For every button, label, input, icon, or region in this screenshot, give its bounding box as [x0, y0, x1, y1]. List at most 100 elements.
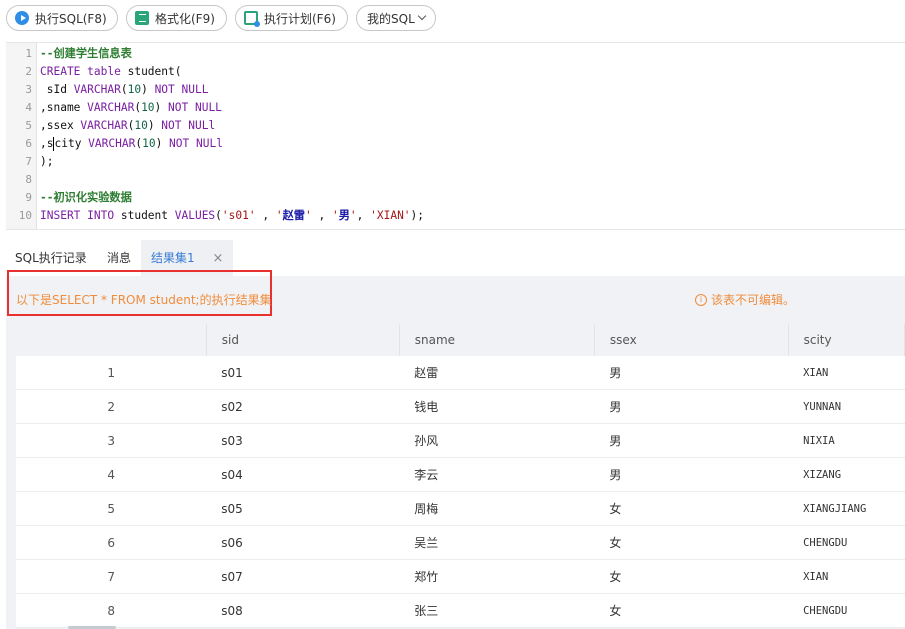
column-header-sid[interactable]: sid — [206, 324, 400, 356]
code-text: CREATE table student( — [40, 63, 181, 81]
table-header-row: sid sname ssex scity — [16, 324, 905, 356]
table-cell-sid: s04 — [206, 457, 400, 492]
code-token: ' — [331, 209, 339, 222]
table-cell-ssex: 男 — [594, 423, 789, 458]
code-token: 男 — [338, 209, 350, 222]
plan-icon — [244, 11, 260, 27]
table-row[interactable]: 8 s08 张三女 CHENGDU — [16, 593, 905, 628]
table-cell-sname: 郑竹 — [399, 559, 595, 594]
table-cell-ssex: 女 — [594, 491, 789, 526]
table-cell-scity: CHENGDU — [788, 593, 905, 628]
table-cell-sid: s05 — [206, 491, 400, 526]
table-row[interactable]: 1 s01 赵雷男 XIAN — [16, 356, 905, 390]
table-row[interactable]: 4 s04 李云男 XIZANG — [16, 457, 905, 492]
code-line: 2 CREATE table student( — [6, 63, 905, 81]
code-token: ' — [275, 209, 283, 222]
code-token: ) — [154, 101, 169, 114]
table-row[interactable]: 2 s02 钱电男 YUNNAN — [16, 389, 905, 424]
code-token: --初识化实验数据 — [40, 191, 132, 204]
table-row[interactable]: 7 s07 郑竹女 XIAN — [16, 559, 905, 594]
line-number: 4 — [25, 101, 32, 114]
code-token: , — [356, 209, 371, 222]
table-cell-sid: s02 — [206, 389, 400, 424]
table-cell-scity: CHENGDU — [788, 525, 905, 560]
code-line: 7); — [6, 153, 905, 171]
my-sql-label: 我的SQL — [367, 11, 415, 26]
explain-plan-label: 执行计划(F6) — [264, 11, 336, 26]
table-cell-ssex: 女 — [594, 593, 789, 628]
code-token: NOT NULL — [168, 101, 222, 114]
code-token: CREATE — [40, 65, 81, 78]
table-cell-sname: 吴兰 — [399, 525, 595, 560]
table-row[interactable]: 6 s06 吴兰女 CHENGDU — [16, 525, 905, 560]
table-cell-sid: s07 — [206, 559, 400, 594]
code-line: 4 ,sname VARCHAR(10) NOT NULL — [6, 99, 905, 117]
play-icon — [15, 11, 29, 25]
code-token: NOT NULl — [169, 137, 223, 150]
result-info-text: 以下是SELECT * FROM student;的执行结果集 — [16, 293, 272, 307]
chevron-down-icon — [417, 11, 426, 21]
table-cell-ssex: 男 — [594, 457, 789, 492]
code-text: ,ssex VARCHAR(10) NOT NULl — [40, 117, 215, 135]
table-cell-sname: 李云 — [399, 457, 595, 492]
code-token: 'XIAN' — [370, 209, 411, 222]
code-line: 10 INSERT INTO student VALUES('s01' , '赵雷… — [6, 207, 905, 225]
format-icon — [135, 11, 149, 25]
code-token: 's01' — [221, 209, 256, 222]
table-cell-sid: s01 — [206, 356, 400, 390]
table-cell-scity: NIXIA — [788, 423, 905, 458]
code-token: VARCHAR — [73, 83, 121, 96]
code-line: 5 ,ssex VARCHAR(10) NOT NULl — [6, 117, 905, 135]
code-line: 1 --创建学生信息表 — [6, 45, 905, 63]
code-token: ,sname — [40, 101, 88, 114]
table-cell-index: 5 — [16, 491, 207, 526]
result-info-bar: 以下是SELECT * FROM student;的执行结果集 i 该表不可编辑… — [6, 270, 905, 322]
code-text: --创建学生信息表 — [40, 45, 132, 63]
table-cell-ssex: 男 — [594, 389, 789, 424]
table-cell-index: 4 — [16, 457, 207, 492]
line-number: 6 — [25, 137, 32, 150]
table-cell-sname: 赵雷 — [399, 356, 595, 390]
column-header-sname[interactable]: sname — [399, 324, 595, 356]
table-cell-sname: 钱电 — [399, 389, 595, 424]
column-header-ssex[interactable]: ssex — [594, 324, 789, 356]
my-sql-dropdown[interactable]: 我的SQL — [356, 5, 436, 31]
code-token: 赵雷 — [282, 209, 305, 222]
code-token: student( — [120, 65, 182, 78]
format-button[interactable]: 格式化(F9) — [126, 5, 227, 31]
code-token: ); — [410, 209, 425, 222]
sql-editor[interactable]: 1 --创建学生信息表 2 CREATE table student(3 sId VA… — [6, 42, 905, 230]
table-cell-scity: XIZANG — [788, 457, 905, 492]
code-line: 9 --初识化实验数据 — [6, 189, 905, 207]
table-cell-sid: s08 — [206, 593, 400, 628]
line-number: 7 — [25, 155, 32, 168]
code-token: --创建学生信息表 — [40, 47, 132, 60]
code-text: --初识化实验数据 — [40, 189, 132, 207]
table-row[interactable]: 5 s05 周梅女 XIANGJIANG — [16, 491, 905, 526]
table-cell-sname: 周梅 — [399, 491, 595, 526]
column-header-index[interactable] — [16, 324, 207, 356]
code-line: 3 sId VARCHAR(10) NOT NULL — [6, 81, 905, 99]
column-header-scity[interactable]: scity — [788, 324, 905, 356]
table-cell-index: 2 — [16, 389, 207, 424]
readonly-notice-text: 该表不可编辑。 — [710, 293, 795, 307]
explain-plan-button[interactable]: 执行计划(F6) — [235, 5, 348, 31]
code-token: ( — [215, 209, 222, 222]
code-text: ,scity VARCHAR(10) NOT NULl — [40, 135, 223, 153]
run-sql-button[interactable]: 执行SQL(F8) — [6, 5, 118, 31]
code-token: sId — [40, 83, 74, 96]
table-row[interactable]: 3 s03 孙风男 NIXIA — [16, 423, 905, 458]
close-icon[interactable]: × — [212, 251, 223, 266]
table-cell-sid: s06 — [206, 525, 400, 560]
code-token: NOT NULL — [154, 83, 209, 96]
info-icon: i — [694, 293, 707, 306]
table-cell-index: 1 — [16, 356, 207, 390]
table-cell-index: 3 — [16, 423, 207, 458]
code-token: ); — [40, 155, 54, 168]
code-token: VALUES — [174, 209, 216, 222]
code-token: , — [311, 209, 332, 222]
code-line: 8 — [6, 171, 905, 189]
code-token: ,ssex — [40, 119, 81, 132]
code-token: ( — [120, 83, 128, 96]
result-panel: 以下是SELECT * FROM student;的执行结果集 i 该表不可编辑… — [6, 270, 905, 629]
